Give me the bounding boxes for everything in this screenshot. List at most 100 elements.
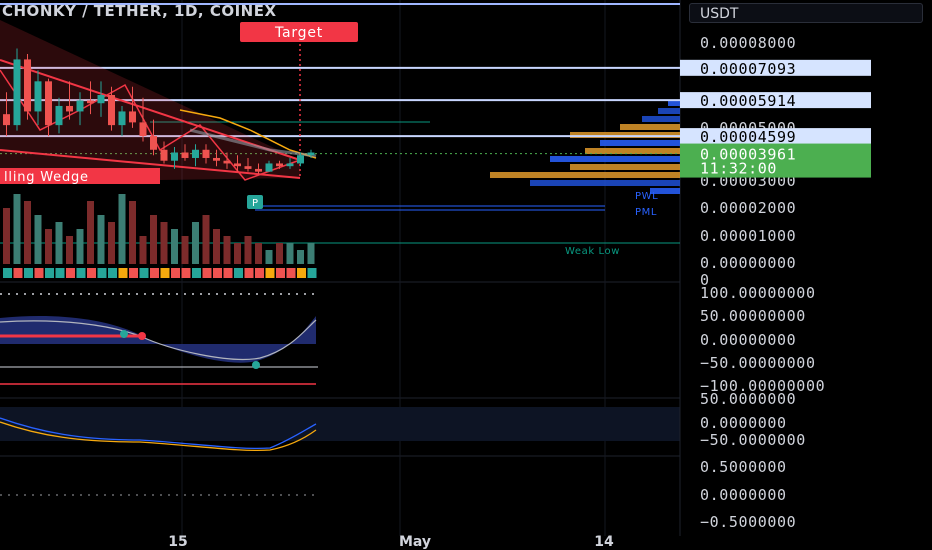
signal-box [286,268,296,278]
volume-profile-row [490,172,680,178]
price-tick-label: 0.00002000 [700,199,796,217]
volume-bar [276,243,283,264]
signal-box [213,268,222,278]
volume-profile-row [530,180,680,186]
time-tick-label: May [399,534,431,550]
candle-body [181,152,189,158]
signal-box [255,268,264,278]
osc-tick-label: −0.5000000 [700,513,796,531]
candle-body [45,81,52,126]
osc-dot-red [138,332,146,340]
volume-bar [139,236,147,264]
osc-band [0,407,680,441]
candle-body [150,136,157,150]
candle-body [13,59,21,126]
candle-body [129,111,136,123]
signal-box [108,268,117,278]
p-marker-label: P [252,198,258,209]
weak-low-label: Weak Low [565,246,620,257]
signal-box [234,268,243,278]
osc-tick-label: 0.5000000 [700,458,787,476]
volume-bar [97,215,105,264]
candle-body [76,100,84,112]
price-level-label: 0.00005914 [700,92,796,110]
signal-box [297,268,306,278]
volume-profile-row [600,140,680,146]
candle-body [139,122,147,137]
candle-body [66,105,73,112]
chart-title: CHONKY / TETHER, 1D, COINEX [2,2,277,20]
volume-bar [55,222,63,264]
volume-bar [265,250,273,264]
volume-bar [108,222,115,264]
signal-box [160,268,170,278]
candle-body [118,111,126,126]
time-tick-label: 14 [594,534,614,550]
signal-box [202,268,212,278]
pml-label: PML [635,207,657,218]
signal-box [223,268,233,278]
price-tick-label: 0.00008000 [700,34,796,52]
candle-body [55,105,63,126]
volume-bar [76,229,84,264]
signal-box [66,268,75,278]
signal-box [265,268,275,278]
osc-tick-label: −50.0000000 [700,431,806,449]
signal-box [139,268,149,278]
volume-bar [129,201,136,264]
candle-body [213,157,220,161]
volume-bar [286,243,294,264]
volume-bar [213,229,220,264]
signal-box [181,268,191,278]
volume-bar [171,229,178,264]
candle-body [307,152,315,156]
volume-bar [13,194,21,264]
volume-bar [118,194,126,264]
wedge-label: lling Wedge [4,170,89,185]
signal-box [171,268,180,278]
signal-box [276,268,285,278]
time-tick-label: 15 [168,534,187,550]
pwl-label: PWL [635,191,658,202]
volume-profile-row [658,108,680,114]
volume-bar [87,201,94,264]
candle-body [202,149,210,158]
candle-body [265,163,273,172]
signal-box [3,268,12,278]
candle-body [276,163,283,167]
countdown-label: 11:32:00 [700,160,777,178]
candle-body [97,95,105,104]
signal-box [76,268,86,278]
osc-dot-green-low [252,361,260,369]
candle-body [34,81,42,112]
signal-box [192,268,201,278]
signal-box [45,268,54,278]
osc-tick-label: 50.0000000 [700,390,796,408]
price-level-label: 0.00007093 [700,60,796,78]
currency-selector[interactable]: USDT [689,3,923,23]
candle-body [192,149,199,158]
volume-bar [223,236,231,264]
osc-tick-label: 0.0000000 [700,414,787,432]
candle-body [244,166,252,169]
osc-tick-label: 0.0000000 [700,486,787,504]
candle-body [160,149,168,161]
osc-tick-label: 0.00000000 [700,331,796,349]
volume-bar [297,250,304,264]
price-level-label: 0.00004599 [700,128,796,146]
volume-bar [34,215,42,264]
signal-box [129,268,138,278]
candle-body [24,59,31,112]
candle-body [171,152,178,161]
volume-bar [181,236,189,264]
candle-body [234,163,241,167]
signal-box [307,268,317,278]
signal-box [55,268,65,278]
chart-canvas[interactable]: 0.000080000.000050000.000030000.00002000… [0,0,932,550]
signal-box [13,268,23,278]
signal-box [24,268,33,278]
volume-profile-row [642,116,680,122]
candle-body [286,163,294,167]
signal-box [118,268,128,278]
candle-body [108,95,115,126]
